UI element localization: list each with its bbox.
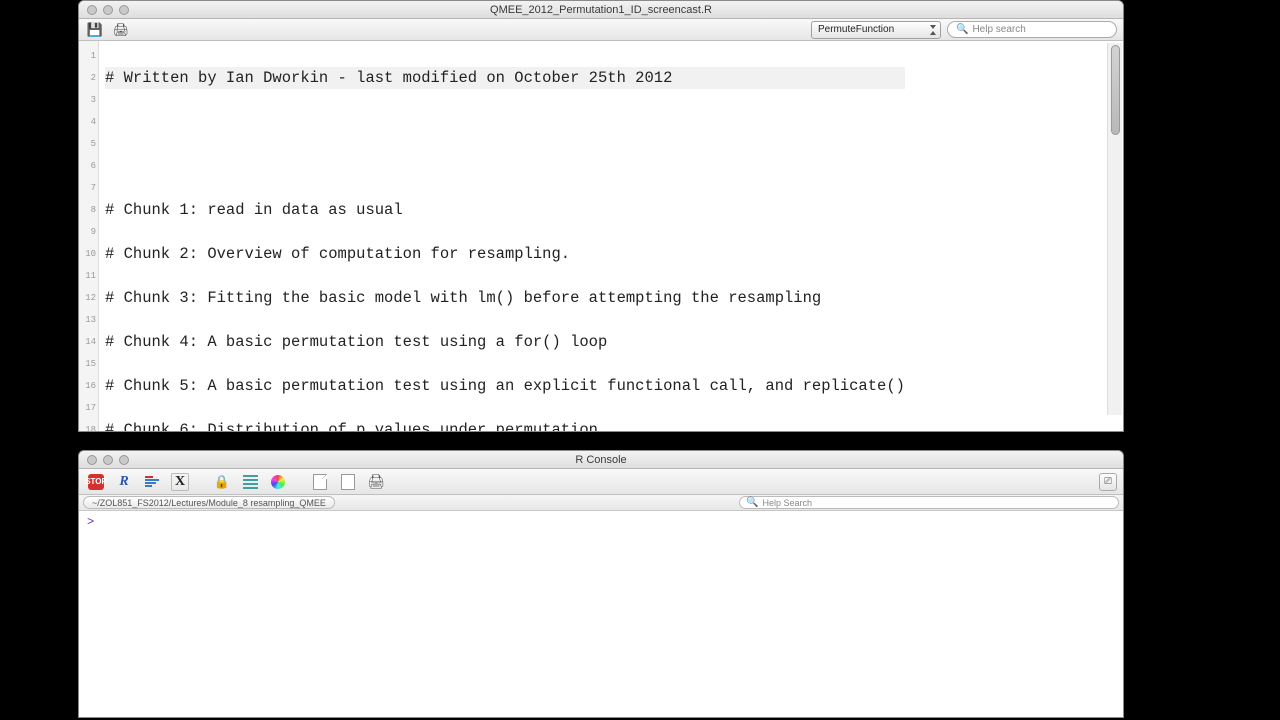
minimize-icon[interactable] bbox=[103, 455, 113, 465]
toggle-button[interactable]: ⎚ bbox=[1099, 473, 1117, 491]
print-button[interactable]: 🖨 bbox=[365, 471, 387, 493]
console-toolbar: STOP R X 🔒 🖨 bbox=[79, 469, 1123, 495]
barchart-icon bbox=[145, 476, 159, 487]
code-line[interactable]: # Chunk 3: Fitting the basic model with … bbox=[105, 287, 905, 309]
toggle-icon: ⎚ bbox=[1104, 476, 1112, 487]
editor-titlebar[interactable]: QMEE_2012_Permutation1_ID_screencast.R bbox=[79, 1, 1123, 19]
console-title: R Console bbox=[79, 454, 1123, 466]
x-icon: X bbox=[171, 473, 189, 491]
code-content[interactable]: # Written by Ian Dworkin - last modified… bbox=[99, 41, 911, 431]
printer-icon: 🖨 bbox=[113, 22, 130, 38]
help-search[interactable]: 🔍 Help search bbox=[947, 21, 1117, 38]
zoom-icon[interactable] bbox=[119, 455, 129, 465]
save-icon[interactable]: 💾 bbox=[85, 21, 105, 39]
stop-button[interactable]: STOP bbox=[85, 471, 107, 493]
lock-icon: 🔒 bbox=[214, 474, 230, 490]
code-line[interactable] bbox=[105, 111, 905, 133]
vertical-scrollbar[interactable] bbox=[1107, 43, 1122, 415]
search-placeholder: Help Search bbox=[762, 498, 812, 508]
console-help-search[interactable]: 🔍 Help Search bbox=[739, 496, 1119, 509]
search-placeholder: Help search bbox=[972, 24, 1025, 35]
open-button[interactable] bbox=[309, 471, 331, 493]
code-line[interactable]: # Chunk 5: A basic permutation test usin… bbox=[105, 375, 905, 397]
stop-icon: STOP bbox=[88, 474, 104, 490]
search-icon: 🔍 bbox=[746, 497, 758, 508]
search-icon: 🔍 bbox=[956, 24, 968, 35]
line-gutter: 12 34 56 78 910 1112 1314 1516 1718 bbox=[79, 41, 99, 431]
editor-toolbar: 💾 🖨 PermuteFunction 🔍 Help search bbox=[79, 19, 1123, 41]
minimize-icon[interactable] bbox=[103, 5, 113, 15]
source-button[interactable]: R bbox=[113, 471, 135, 493]
zoom-icon[interactable] bbox=[119, 5, 129, 15]
prompt: > bbox=[87, 515, 94, 529]
console-window: R Console STOP R X 🔒 bbox=[78, 450, 1124, 718]
traffic-lights bbox=[79, 5, 129, 15]
print-icon[interactable]: 🖨 bbox=[111, 21, 131, 39]
new-button[interactable] bbox=[337, 471, 359, 493]
path-text: ~/ZOL851_FS2012/Lectures/Module_8 resamp… bbox=[92, 498, 326, 508]
lock-button[interactable]: 🔒 bbox=[211, 471, 233, 493]
code-line[interactable]: # Chunk 2: Overview of computation for r… bbox=[105, 243, 905, 265]
code-area[interactable]: 12 34 56 78 910 1112 1314 1516 1718 # Wr… bbox=[79, 41, 1123, 431]
function-dropdown[interactable]: PermuteFunction bbox=[811, 21, 941, 39]
editor-window: QMEE_2012_Permutation1_ID_screencast.R 💾… bbox=[78, 0, 1124, 432]
document-icon bbox=[313, 474, 327, 490]
lines-button[interactable] bbox=[239, 471, 261, 493]
code-line[interactable]: # Written by Ian Dworkin - last modified… bbox=[105, 67, 905, 89]
traffic-lights bbox=[79, 455, 129, 465]
scrollbar-thumb[interactable] bbox=[1111, 45, 1120, 135]
console-output[interactable]: > bbox=[79, 511, 1123, 717]
editor-title: QMEE_2012_Permutation1_ID_screencast.R bbox=[79, 4, 1123, 16]
lines-icon bbox=[243, 475, 258, 489]
close-icon[interactable] bbox=[87, 455, 97, 465]
close-icon[interactable] bbox=[87, 5, 97, 15]
r-icon: R bbox=[119, 474, 128, 490]
printer-icon: 🖨 bbox=[367, 473, 385, 490]
history-button[interactable] bbox=[141, 471, 163, 493]
palette-icon bbox=[271, 475, 285, 489]
blank-document-icon bbox=[341, 474, 355, 490]
code-line[interactable] bbox=[105, 155, 905, 177]
clear-button[interactable]: X bbox=[169, 471, 191, 493]
path-bar: ~/ZOL851_FS2012/Lectures/Module_8 resamp… bbox=[79, 495, 1123, 511]
dropdown-label: PermuteFunction bbox=[818, 24, 894, 35]
console-titlebar[interactable]: R Console bbox=[79, 451, 1123, 469]
code-line[interactable]: # Chunk 4: A basic permutation test usin… bbox=[105, 331, 905, 353]
colors-button[interactable] bbox=[267, 471, 289, 493]
code-line[interactable]: # Chunk 6: Distribution of p values unde… bbox=[105, 419, 905, 431]
code-line[interactable]: # Chunk 1: read in data as usual bbox=[105, 199, 905, 221]
floppy-icon: 💾 bbox=[87, 22, 103, 38]
working-directory[interactable]: ~/ZOL851_FS2012/Lectures/Module_8 resamp… bbox=[83, 496, 335, 509]
